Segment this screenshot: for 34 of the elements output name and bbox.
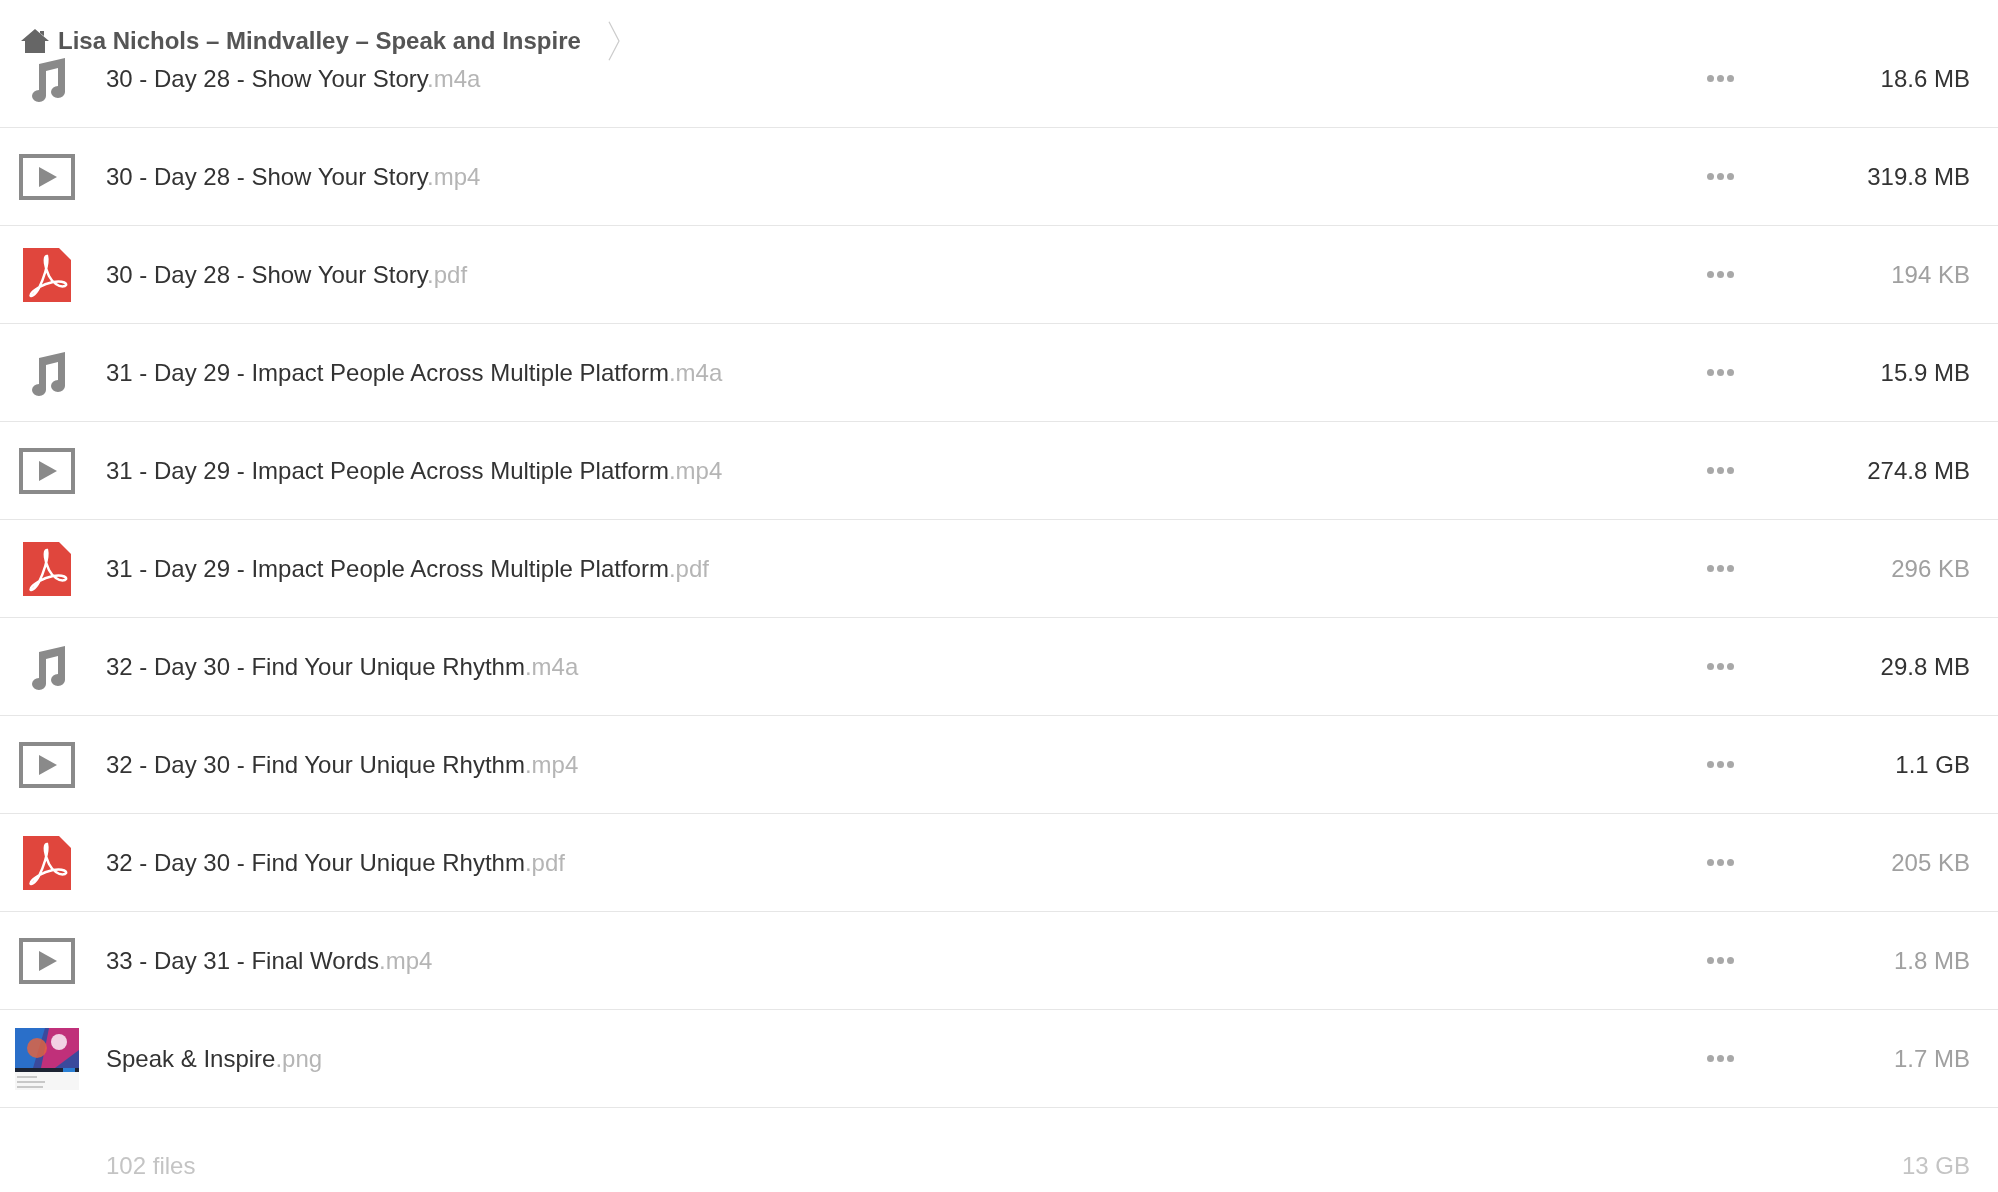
file-name[interactable]: 30 - Day 28 - Show Your Story.m4a <box>92 60 481 97</box>
file-size: 194 KB <box>1890 259 1970 290</box>
file-name[interactable]: 31 - Day 29 - Impact People Across Multiple Platform.m4a <box>92 354 723 391</box>
file-size: 274.8 MB <box>1866 455 1970 486</box>
pdf-file-icon <box>23 541 71 596</box>
file-size: 296 KB <box>1890 553 1970 584</box>
file-name[interactable]: 32 - Day 30 - Find Your Unique Rhythm.m4a <box>92 648 579 685</box>
file-name[interactable]: Speak & Inspire.png <box>92 1040 323 1077</box>
total-size: 13 GB <box>1901 1151 1970 1181</box>
home-icon[interactable] <box>20 28 50 54</box>
file-name[interactable]: 32 - Day 30 - Find Your Unique Rhythm.mp4 <box>92 746 579 783</box>
breadcrumb-title[interactable]: Lisa Nichols – Mindvalley – Speak and Inspire <box>58 23 581 59</box>
file-name[interactable]: 30 - Day 28 - Show Your Story.pdf <box>92 256 468 293</box>
chevron-right-icon <box>606 21 621 61</box>
play-icon <box>19 741 75 788</box>
file-name[interactable]: 31 - Day 29 - Impact People Across Multiple Platform.mp4 <box>92 452 723 489</box>
file-size: 29.8 MB <box>1879 651 1970 682</box>
file-size: 15.9 MB <box>1879 357 1970 388</box>
file-size: 18.6 MB <box>1879 63 1970 94</box>
file-size: 205 KB <box>1890 847 1970 878</box>
file-name[interactable]: 31 - Day 29 - Impact People Across Multiple Platform.pdf <box>92 550 709 587</box>
pdf-file-icon <box>23 835 71 890</box>
pdf-file-icon <box>23 247 71 302</box>
file-size: 319.8 MB <box>1866 161 1970 192</box>
file-size: 1.7 MB <box>1892 1043 1970 1074</box>
play-icon <box>19 937 75 984</box>
file-name[interactable]: 32 - Day 30 - Find Your Unique Rhythm.pdf <box>92 844 565 881</box>
file-count: 102 files <box>105 1151 196 1181</box>
play-icon <box>19 153 75 200</box>
file-name[interactable]: 33 - Day 31 - Final Words.mp4 <box>92 942 433 979</box>
file-size: 1.8 MB <box>1892 945 1970 976</box>
file-size: 1.1 GB <box>1894 749 1970 780</box>
play-icon <box>19 447 75 494</box>
file-name[interactable]: 30 - Day 28 - Show Your Story.mp4 <box>92 158 481 195</box>
